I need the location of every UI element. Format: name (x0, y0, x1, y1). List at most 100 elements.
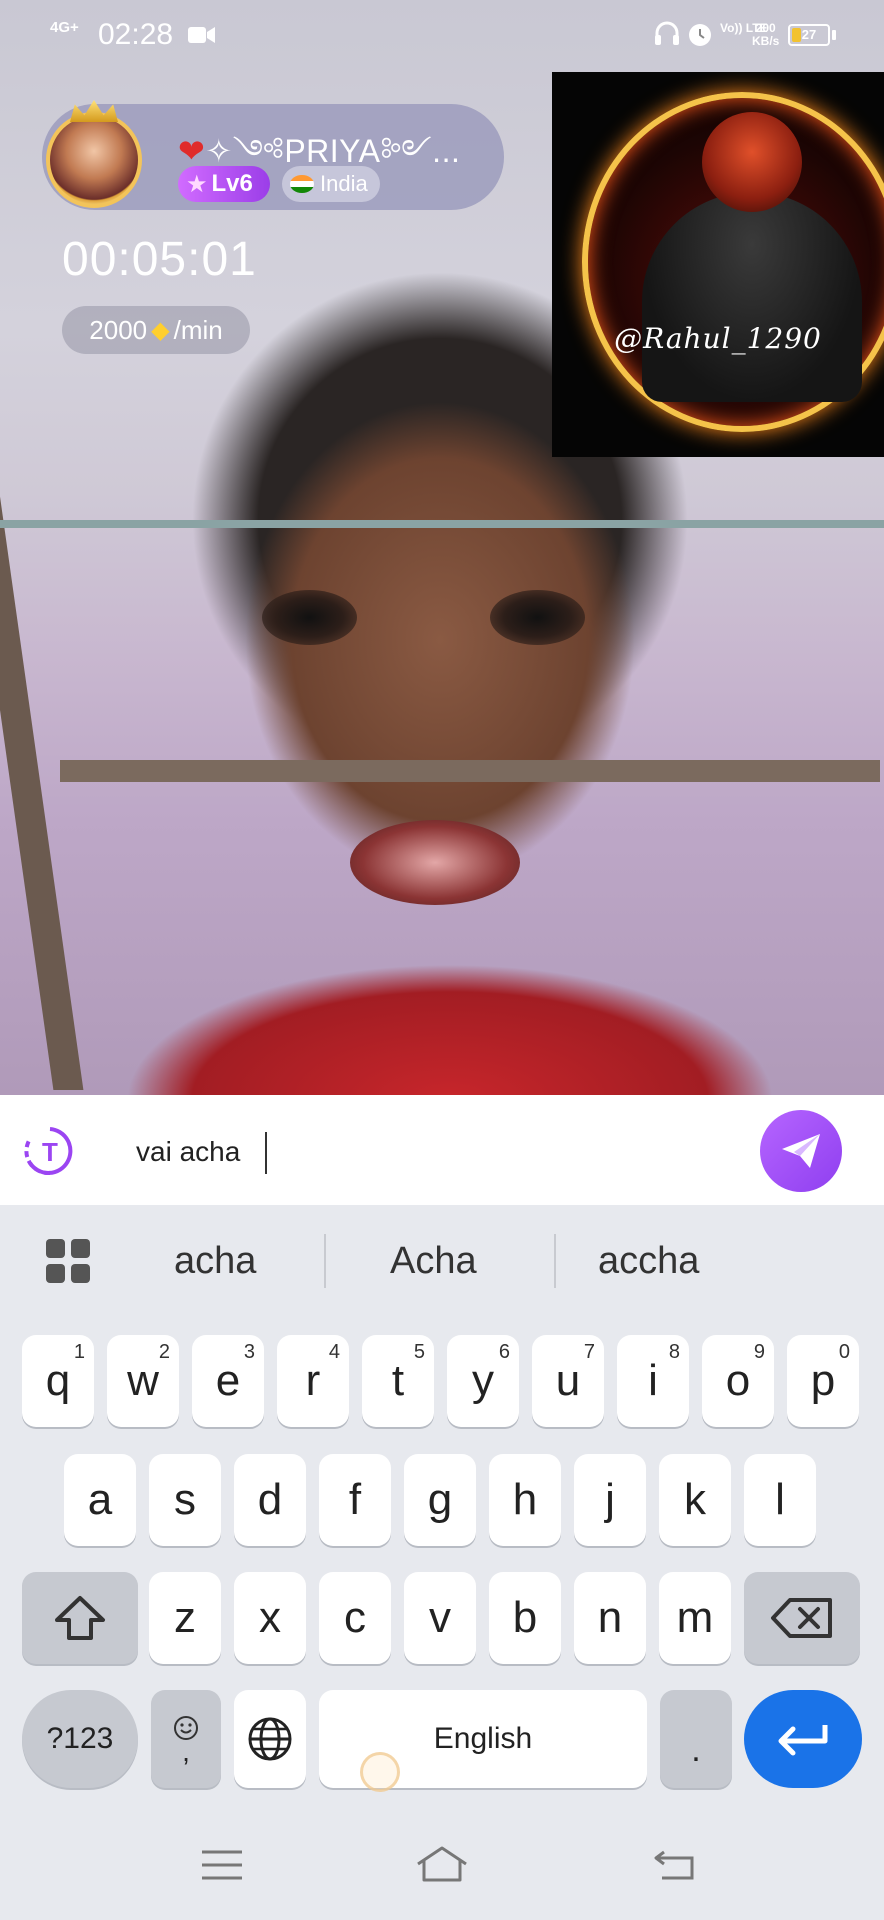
status-time: 02:28 (98, 18, 174, 51)
keyboard-menu-icon[interactable] (44, 1237, 92, 1285)
india-flag-icon (290, 175, 314, 193)
send-icon (782, 1134, 820, 1168)
period-key[interactable]: . (660, 1690, 732, 1788)
key-label: w (127, 1356, 159, 1405)
key-x[interactable]: x (234, 1572, 306, 1664)
key-number: 4 (328, 1341, 340, 1363)
suggestion-3[interactable]: accha (598, 1240, 699, 1283)
key-j[interactable]: j (574, 1454, 646, 1546)
star-icon: ★ (186, 170, 208, 198)
backspace-key[interactable] (744, 1572, 860, 1664)
network-speed: 200 KB/s (752, 22, 779, 48)
key-n[interactable]: n (574, 1572, 646, 1664)
symbols-key[interactable]: ?123 (22, 1690, 138, 1788)
network-indicator: 4G+ (50, 19, 79, 36)
svg-text:T: T (42, 1137, 58, 1167)
key-p[interactable]: p0 (787, 1335, 859, 1427)
key-label: u (555, 1356, 581, 1405)
key-label: i (648, 1356, 658, 1405)
level-badge: ★ Lv6 (178, 166, 270, 202)
self-video-preview[interactable]: @Rahul_1290 (552, 72, 884, 457)
key-d[interactable]: d (234, 1454, 306, 1546)
translate-icon[interactable]: T (20, 1123, 80, 1179)
key-b[interactable]: b (489, 1572, 561, 1664)
send-button[interactable] (760, 1110, 842, 1192)
shift-key[interactable] (22, 1572, 138, 1664)
preview-figure (642, 192, 862, 402)
key-f[interactable]: f (319, 1454, 391, 1546)
key-z[interactable]: z (149, 1572, 221, 1664)
battery-tip (832, 30, 836, 40)
language-key[interactable] (234, 1690, 306, 1788)
back-icon[interactable] (650, 1848, 698, 1882)
key-v[interactable]: v (404, 1572, 476, 1664)
suggestion-2[interactable]: Acha (390, 1240, 477, 1283)
key-label: o (725, 1356, 751, 1405)
key-label: e (215, 1356, 241, 1405)
key-e[interactable]: e3 (192, 1335, 264, 1427)
country-badge: India (282, 166, 380, 202)
key-number: 9 (753, 1341, 765, 1363)
preview-head (702, 112, 802, 212)
heart-icon: ❤ (178, 133, 206, 169)
backspace-icon (771, 1598, 832, 1638)
key-s[interactable]: s (149, 1454, 221, 1546)
key-label: q (45, 1356, 71, 1405)
rate-unit: /min (173, 314, 223, 345)
key-label: r (305, 1356, 321, 1405)
preview-username: @Rahul_1290 (614, 322, 822, 355)
key-number: 1 (73, 1341, 85, 1363)
menu-icon[interactable] (198, 1848, 246, 1882)
shelf-rail (60, 760, 880, 782)
eye-left (262, 590, 357, 645)
key-label: p (810, 1356, 836, 1405)
key-number: 0 (838, 1341, 850, 1363)
key-number: 5 (413, 1341, 425, 1363)
alarm-icon (689, 24, 711, 46)
country-label: India (320, 171, 368, 196)
key-number: 2 (158, 1341, 170, 1363)
suggestion-1[interactable]: acha (174, 1240, 256, 1283)
caller-avatar[interactable] (46, 112, 142, 208)
key-number: 7 (583, 1341, 595, 1363)
key-c[interactable]: c (319, 1572, 391, 1664)
key-number: 3 (243, 1341, 255, 1363)
wall-line (0, 520, 884, 528)
suggestion-divider (554, 1234, 556, 1288)
headphones-icon (655, 21, 679, 45)
shift-icon (55, 1596, 105, 1640)
rate-amount: 2000 (89, 314, 148, 345)
emoji-comma-key[interactable]: , (151, 1690, 221, 1788)
key-a[interactable]: a (64, 1454, 136, 1546)
key-y[interactable]: y6 (447, 1335, 519, 1427)
key-u[interactable]: u7 (532, 1335, 604, 1427)
key-i[interactable]: i8 (617, 1335, 689, 1427)
key-l[interactable]: l (744, 1454, 816, 1546)
speed-unit: KB/s (752, 34, 780, 48)
key-g[interactable]: g (404, 1454, 476, 1546)
message-input[interactable] (136, 1130, 656, 1174)
globe-icon (248, 1717, 292, 1761)
key-q[interactable]: q1 (22, 1335, 94, 1427)
key-m[interactable]: m (659, 1572, 731, 1664)
enter-arrow-icon (778, 1725, 828, 1756)
sari (60, 920, 840, 1095)
touch-indicator (360, 1752, 400, 1792)
key-w[interactable]: w2 (107, 1335, 179, 1427)
key-number: 6 (498, 1341, 510, 1363)
key-r[interactable]: r4 (277, 1335, 349, 1427)
caller-name-text: ✧༺PRIYA༻... (205, 133, 461, 169)
key-k[interactable]: k (659, 1454, 731, 1546)
video-camera-icon (188, 27, 215, 43)
key-h[interactable]: h (489, 1454, 561, 1546)
text-cursor (265, 1132, 267, 1174)
enter-key[interactable] (744, 1690, 862, 1788)
key-label: y (472, 1356, 494, 1405)
key-label: t (391, 1356, 405, 1405)
diamond-icon: ◆ (151, 316, 170, 344)
key-o[interactable]: o9 (702, 1335, 774, 1427)
home-icon[interactable] (414, 1844, 470, 1884)
key-t[interactable]: t5 (362, 1335, 434, 1427)
level-label: Lv6 (211, 170, 253, 197)
rate-pill: 2000 ◆ /min (62, 306, 250, 354)
